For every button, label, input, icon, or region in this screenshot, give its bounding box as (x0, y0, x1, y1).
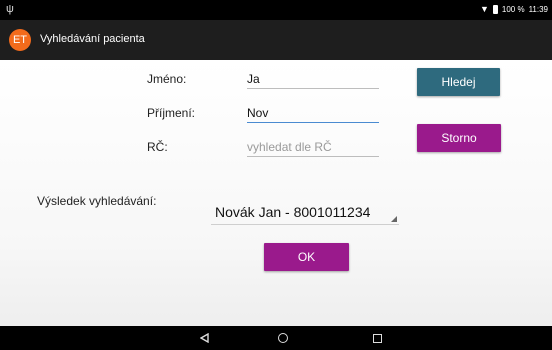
last-name-field[interactable]: Nov (247, 104, 379, 123)
clock: 11:39 (528, 4, 548, 14)
last-name-label: Příjmení: (147, 106, 196, 120)
back-triangle-icon[interactable] (190, 326, 220, 350)
selected-patient: Novák Jan - 8001011234 (215, 204, 371, 220)
search-form: Jméno: Ja Příjmení: Nov RČ: vyhledat dle… (0, 60, 552, 326)
recent-square-icon[interactable] (362, 326, 392, 350)
battery-icon (492, 4, 498, 14)
status-indicators: ▼ 100 % 11:39 (480, 4, 548, 14)
rc-label: RČ: (147, 140, 168, 154)
wifi-icon: ▼ (479, 4, 489, 14)
first-name-label: Jméno: (147, 72, 187, 86)
battery-percentage: 100 % (501, 4, 525, 14)
search-button[interactable]: Hledej (417, 68, 500, 96)
home-circle-icon[interactable] (268, 326, 298, 350)
app-logo: ET (9, 29, 31, 51)
ok-button[interactable]: OK (264, 243, 349, 271)
first-name-field[interactable]: Ja (247, 70, 379, 89)
patient-result-dropdown[interactable]: Novák Jan - 8001011234 (211, 198, 399, 225)
status-bar: ψ ▼ 100 % 11:39 (0, 0, 552, 20)
rc-field[interactable]: vyhledat dle RČ (247, 138, 379, 157)
results-label: Výsledek vyhledávání: (37, 194, 157, 208)
navigation-bar (0, 326, 552, 350)
app-bar: ET Vyhledávání pacienta (0, 20, 552, 60)
usb-icon: ψ (6, 3, 14, 15)
app-title: Vyhledávání pacienta (40, 33, 145, 45)
cancel-button[interactable]: Storno (417, 124, 501, 152)
dropdown-arrow-icon (391, 216, 397, 222)
